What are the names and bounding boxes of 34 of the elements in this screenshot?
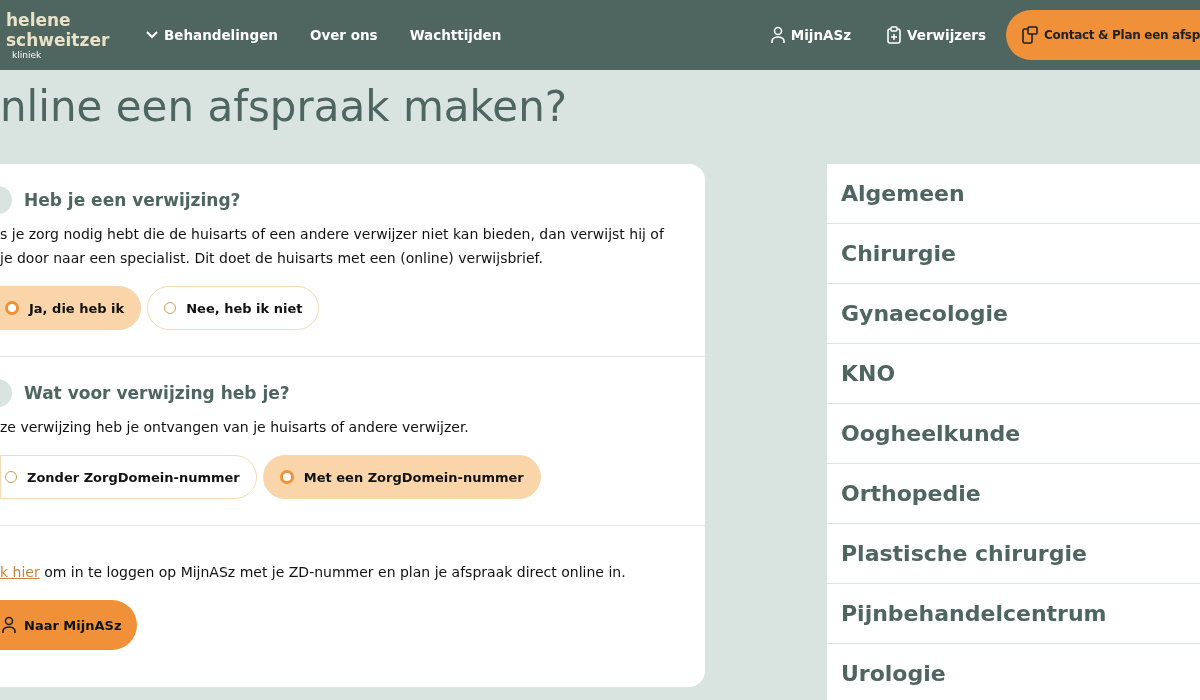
specialism-link[interactable]: Plastische chirurgie bbox=[827, 524, 1200, 584]
chevron-down-icon bbox=[146, 31, 158, 39]
specialism-link[interactable]: Algemeen bbox=[827, 164, 1200, 224]
radio-option[interactable]: Nee, heb ik niet bbox=[147, 286, 320, 330]
contact-button[interactable]: Contact & Plan een afsp bbox=[1006, 10, 1200, 60]
step-heading: Wat voor verwijzing heb je? bbox=[24, 383, 290, 403]
login-instruction: k hier om in te loggen op MijnASz met je ZD-nummer en plan je afspraak direct online in. bbox=[0, 563, 627, 582]
specialism-link[interactable]: Orthopedie bbox=[827, 464, 1200, 524]
step-heading: Heb je een verwijzing? bbox=[24, 190, 241, 210]
logo-subtitle: kliniek bbox=[12, 50, 43, 60]
specialism-link[interactable]: Urologie bbox=[827, 644, 1200, 700]
specialism-link[interactable]: Gynaecologie bbox=[827, 284, 1200, 344]
login-link[interactable]: k hier bbox=[0, 564, 40, 580]
user-icon bbox=[770, 26, 785, 44]
specialism-link[interactable]: Chirurgie bbox=[827, 224, 1200, 284]
step-description: ze verwijzing heb je ontvangen van je huisarts of andere verwijzer. bbox=[0, 418, 470, 437]
radio-option[interactable]: Ja, die heb ik bbox=[0, 286, 142, 330]
specialism-link[interactable]: Oogheelkunde bbox=[827, 404, 1200, 464]
mijnasz-button[interactable]: Naar MijnASz bbox=[0, 600, 138, 650]
phone-chat-icon bbox=[1022, 26, 1038, 44]
step-description: s je zorg nodig hebt die de huisarts of een andere verwijzer niet kan bieden, dan verwijst hij of je door naar een specialist. Dit doet de huisarts met een (online) verwijsbrief. bbox=[0, 225, 666, 268]
user-icon bbox=[2, 616, 16, 634]
logo-text[interactable]: helene schweitzer bbox=[6, 10, 136, 50]
radio-option[interactable]: Met een ZorgDomein-nummer bbox=[262, 455, 541, 499]
specialism-link[interactable]: KNO bbox=[827, 344, 1200, 404]
nav-link[interactable]: Verwijzers bbox=[887, 26, 986, 44]
page-title: nline een afspraak maken? bbox=[0, 82, 569, 133]
radio-option[interactable]: Zonder ZorgDomein-nummer bbox=[0, 455, 257, 499]
nav-link[interactable]: Over ons bbox=[309, 27, 378, 43]
nav-link[interactable]: Behandelingen bbox=[146, 27, 278, 43]
specialism-link[interactable]: Pijnbehandelcentrum bbox=[827, 584, 1200, 644]
clipboard-icon bbox=[887, 26, 902, 44]
nav-link[interactable]: MijnASz bbox=[770, 26, 852, 44]
nav-link[interactable]: Wachttijden bbox=[409, 27, 502, 43]
